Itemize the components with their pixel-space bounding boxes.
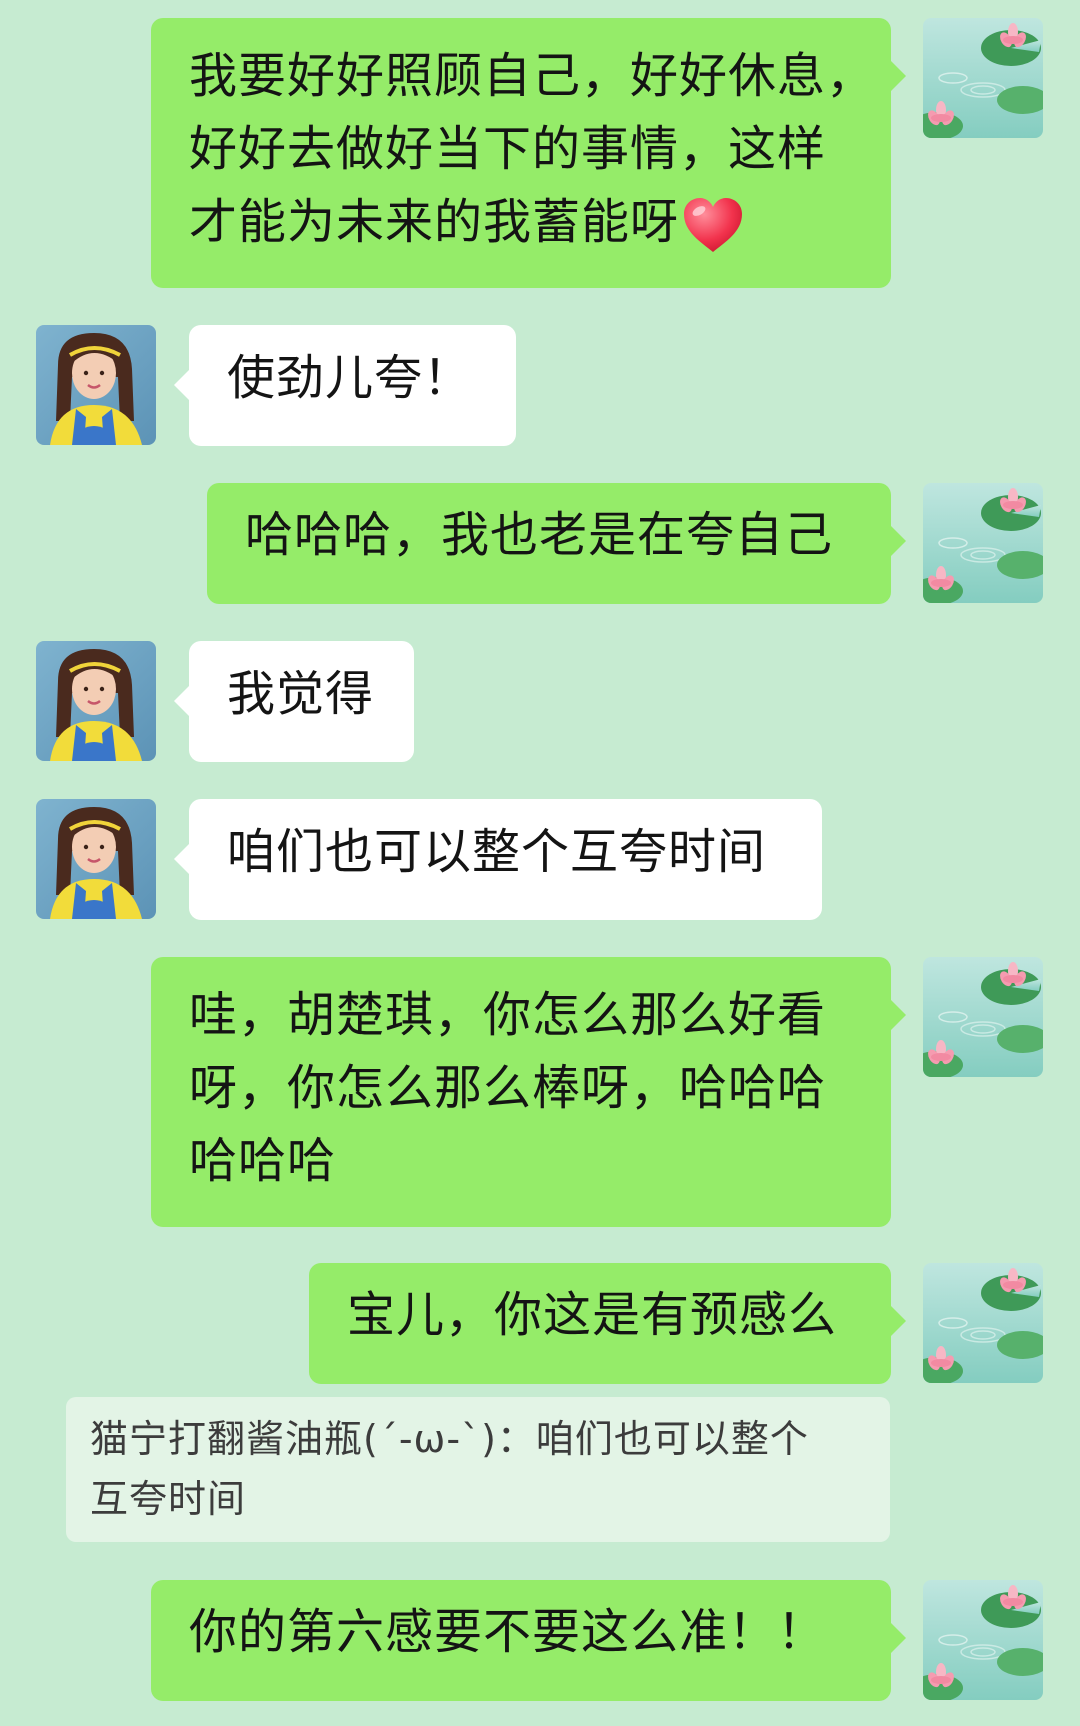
message-text-line: 哈哈哈，我也老是在夸自己	[245, 507, 834, 563]
message-text-line: 才能为未来的我蓄能呀	[189, 194, 680, 250]
message-text-line: 好好去做好当下的事情，这样	[189, 121, 827, 177]
message-text-line: 使劲儿夸！	[227, 350, 473, 406]
message-text-line: 咱们也可以整个互夸时间	[227, 824, 767, 880]
my-avatar[interactable]	[923, 1580, 1043, 1700]
message-text-line: 我要好好照顾自己，好好休息，	[189, 48, 876, 104]
contact-avatar[interactable]	[36, 799, 156, 919]
contact-avatar[interactable]	[36, 641, 156, 761]
contact-avatar[interactable]	[36, 325, 156, 445]
message-bubble-mine[interactable]: 宝儿，你这是有预感么	[309, 1263, 906, 1384]
message-bubble-theirs[interactable]: 咱们也可以整个互夸时间	[174, 799, 822, 920]
my-avatar[interactable]	[923, 1263, 1043, 1383]
message-bubble-mine[interactable]: 你的第六感要不要这么准！！	[151, 1580, 906, 1701]
message-bubble-mine[interactable]: 哇，胡楚琪，你怎么那么好看 呀，你怎么那么棒呀，哈哈哈 哈哈哈	[151, 957, 906, 1227]
quoted-message[interactable]: 猫宁打翻酱油瓶(´-ω-`)：咱们也可以整个 互夸时间	[66, 1397, 890, 1542]
message-text-line: 哈哈哈	[189, 1133, 337, 1189]
message-bubble-mine[interactable]: 我要好好照顾自己，好好休息， 好好去做好当下的事情，这样 才能为未来的我蓄能呀	[151, 18, 906, 288]
my-avatar[interactable]	[923, 483, 1043, 603]
quote-text-line: 猫宁打翻酱油瓶(´-ω-`)：咱们也可以整个	[90, 1417, 809, 1461]
quote-text-line: 互夸时间	[90, 1477, 247, 1521]
message-text-line: 你的第六感要不要这么准！！	[189, 1604, 827, 1660]
my-avatar[interactable]	[923, 957, 1043, 1077]
message-bubble-mine[interactable]: 哈哈哈，我也老是在夸自己	[207, 483, 906, 604]
red-heart-icon	[684, 198, 743, 252]
message-bubble-theirs[interactable]: 我觉得	[174, 641, 414, 762]
message-text-line: 我觉得	[227, 666, 375, 722]
message-text-line: 呀，你怎么那么棒呀，哈哈哈	[189, 1060, 827, 1116]
my-avatar[interactable]	[923, 18, 1043, 138]
message-text-line: 哇，胡楚琪，你怎么那么好看	[189, 987, 827, 1043]
message-text-line: 宝儿，你这是有预感么	[347, 1287, 838, 1343]
message-bubble-theirs[interactable]: 使劲儿夸！	[174, 325, 516, 446]
